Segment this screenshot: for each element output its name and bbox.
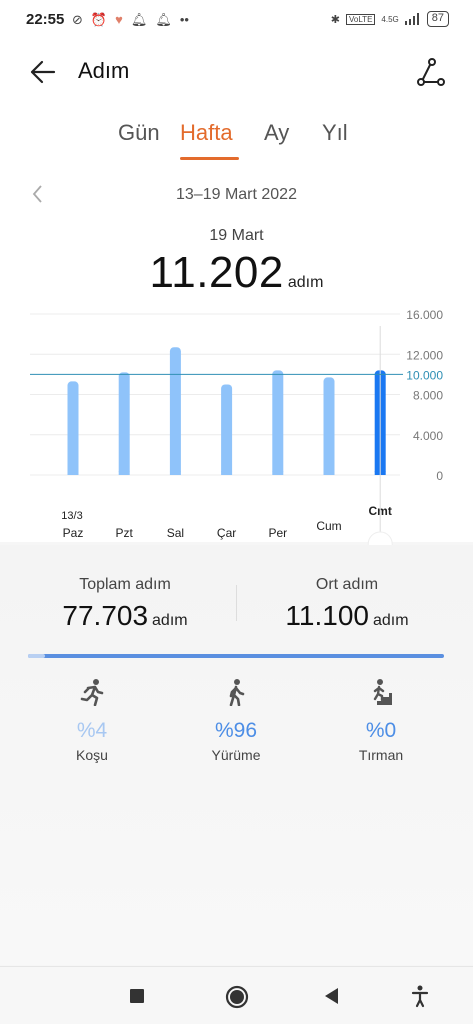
total-steps-label: Toplam adım <box>79 576 171 593</box>
chart-bar <box>323 377 335 475</box>
back-nav-button[interactable] <box>322 986 342 1006</box>
y-tick-label: 4.000 <box>413 429 443 443</box>
selected-day-label: 19 Mart <box>209 227 264 244</box>
app-header: Adım <box>0 42 473 102</box>
accessibility-button[interactable] <box>410 984 430 1008</box>
date-range: 13–19 Mart 2022 <box>176 186 297 203</box>
status-bar: 22:55 ⊘ ⏰ ♥ 🔔︎ 🔔︎ •• ✱ VoLTE 4.5G 87 <box>0 0 473 42</box>
y-tick-label: 8.000 <box>413 389 443 403</box>
average-steps-value: 11.100 <box>285 600 369 631</box>
x-tick-label: Sal <box>167 526 184 540</box>
running-label: Koşu <box>76 747 108 763</box>
chart-bar <box>169 347 181 475</box>
more-dots-icon: •• <box>179 12 189 27</box>
activity-running: %4 Koşu <box>32 678 152 763</box>
weekly-steps-chart[interactable]: 16.000 12.000 8.000 4.000 0 Paz 13/3 Pzt Sal Çar P… <box>0 300 473 545</box>
selected-steps: 11.202 adım <box>0 248 473 298</box>
x-tick-label: Pzt <box>116 526 134 540</box>
active-tab-indicator <box>180 157 239 160</box>
page-title: Adım <box>78 58 130 83</box>
tab-day[interactable]: Gün <box>118 120 160 146</box>
chart-bar-base <box>323 471 335 475</box>
recents-button[interactable] <box>128 987 146 1005</box>
status-notification-icons: ⊘ ⏰ ♥ 🔔︎ 🔔︎ •• <box>72 11 189 29</box>
signal-icon <box>404 13 419 25</box>
goal-label: 10.000 <box>406 368 443 382</box>
sync-off-icon: ⊘ <box>72 12 83 27</box>
total-steps: 77.703 adım <box>7 600 243 632</box>
average-steps-unit: adım <box>372 612 409 629</box>
chart-bar <box>221 384 233 475</box>
chart-bar-base <box>169 471 181 475</box>
bell-icon: 🔔︎ <box>155 12 172 27</box>
walking-label: Yürüme <box>211 747 261 763</box>
network-type-label: 4.5G <box>381 14 399 24</box>
x-tick-label: Cum <box>316 519 341 533</box>
running-icon <box>80 679 104 707</box>
x-tick-label: Per <box>268 526 287 540</box>
chart-bar-base <box>118 471 130 475</box>
alarm-icon: ⏰ <box>90 12 108 27</box>
heart-icon: ♥ <box>115 12 123 27</box>
walking-icon <box>229 679 245 707</box>
bluetooth-icon: ✱ <box>330 13 340 26</box>
running-percent: %4 <box>76 719 108 742</box>
share-route-button[interactable] <box>412 54 448 90</box>
chart-bar <box>118 372 130 475</box>
chart-bar <box>67 381 79 475</box>
status-time: 22:55 <box>26 11 65 28</box>
running-share-bar <box>28 654 45 658</box>
x-tick-label: Çar <box>217 526 236 540</box>
battery-icon: 87 <box>426 11 449 27</box>
chart-bar <box>272 370 284 475</box>
chart-bar-base <box>221 471 233 475</box>
route-share-icon <box>417 58 445 86</box>
arrow-left-icon <box>30 60 56 84</box>
status-system-icons: ✱ VoLTE 4.5G 87 <box>331 11 449 27</box>
climbing-percent: %0 <box>365 719 397 742</box>
average-steps-label: Ort adım <box>315 576 379 593</box>
activity-walking: %96 Yürüme <box>176 678 296 763</box>
chart-bar-base <box>67 471 79 475</box>
x-tick-label: Paz <box>63 526 84 540</box>
y-tick-label: 12.000 <box>406 348 443 362</box>
y-tick-label: 0 <box>436 469 443 483</box>
tab-month[interactable]: Ay <box>264 120 289 146</box>
climbing-icon <box>371 679 392 705</box>
selected-steps-unit: adım <box>287 274 324 291</box>
climbing-label: Tırman <box>358 747 404 763</box>
chart-bar-base <box>272 471 284 475</box>
y-tick-label: 16.000 <box>406 308 443 322</box>
system-nav-bar <box>0 966 473 1024</box>
back-button[interactable] <box>26 54 62 90</box>
selected-steps-value: 11.202 <box>149 248 284 297</box>
tab-year[interactable]: Yıl <box>322 120 348 146</box>
activity-distribution-bar <box>28 654 444 658</box>
walking-percent: %96 <box>214 719 258 742</box>
total-steps-value: 77.703 <box>62 600 149 631</box>
total-steps-unit: adım <box>152 612 188 629</box>
home-button[interactable] <box>224 984 250 1010</box>
x-date-label: 13/3 <box>61 510 82 522</box>
bell-icon: 🔔︎ <box>130 12 148 27</box>
period-tabs: Gün Hafta Ay Yıl <box>0 120 473 160</box>
average-steps: 11.100 adım <box>229 600 465 632</box>
activity-climbing: %0 Tırman <box>321 678 441 763</box>
selection-handle <box>367 531 393 545</box>
volte-icon: VoLTE <box>345 13 376 25</box>
tab-week[interactable]: Hafta <box>180 120 233 146</box>
